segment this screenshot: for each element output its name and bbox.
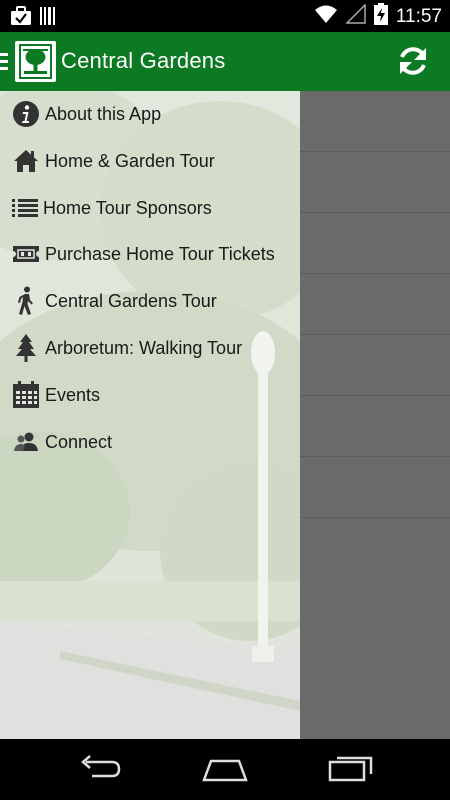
tree-icon <box>12 334 40 362</box>
drawer-item-label: About this App <box>45 104 162 124</box>
status-right: 11:57 <box>314 3 442 30</box>
drawer-item-home-tour-sponsors[interactable]: Home Tour Sponsors <box>0 186 300 232</box>
navigation-drawer: About this App Home & Garden Tour Home T <box>0 91 300 739</box>
system-nav-bar <box>0 739 450 800</box>
list-divider <box>300 212 450 213</box>
drawer-item-central-gardens-tour[interactable]: Central Gardens Tour <box>0 279 300 325</box>
home-icon <box>12 147 40 175</box>
recents-icon[interactable] <box>328 753 374 788</box>
drawer-item-arboretum-walking-tour[interactable]: Arboretum: Walking Tour <box>0 326 300 372</box>
battery-charging-icon <box>373 3 388 30</box>
people-icon <box>12 428 40 456</box>
list-divider <box>300 334 450 335</box>
garden-logo[interactable] <box>15 41 56 82</box>
list-divider <box>300 151 450 152</box>
drawer-item-label: Events <box>45 385 101 405</box>
drawer-item-events[interactable]: Events <box>0 373 300 419</box>
signal-icon <box>345 3 366 29</box>
drawer-item-label: Home Tour Sponsors <box>43 198 212 218</box>
walking-icon <box>12 286 40 315</box>
status-time: 11:57 <box>395 5 442 27</box>
drawer-item-label: Central Gardens Tour <box>45 291 217 311</box>
list-divider <box>300 517 450 518</box>
briefcase-check-icon <box>10 6 32 31</box>
drawer-item-home-garden-tour[interactable]: Home & Garden Tour <box>0 139 300 185</box>
home-icon[interactable] <box>201 753 249 788</box>
drawer-item-purchase-tickets[interactable]: Purchase Home Tour Tickets <box>0 232 300 278</box>
drawer-item-label: Connect <box>45 432 113 452</box>
status-bar: 11:57 <box>0 0 450 32</box>
app-bar: Central Gardens <box>0 32 450 91</box>
drawer-item-connect[interactable]: Connect <box>0 420 300 466</box>
list-divider <box>300 395 450 396</box>
menu-icon[interactable] <box>0 53 8 71</box>
list-divider <box>300 273 450 274</box>
drawer-item-label: Arboretum: Walking Tour <box>45 338 243 358</box>
ticket-icon <box>12 240 40 268</box>
list-icon <box>11 194 39 222</box>
drawer-item-label: Home & Garden Tour <box>45 151 215 171</box>
info-icon <box>12 100 40 128</box>
back-icon[interactable] <box>78 753 122 788</box>
drawer-item-label: Purchase Home Tour Tickets <box>45 244 275 264</box>
drawer-item-about[interactable]: About this App <box>0 92 300 138</box>
wifi-icon <box>314 4 338 29</box>
refresh-icon[interactable] <box>396 44 430 78</box>
list-divider <box>300 456 450 457</box>
barcode-icon <box>40 6 56 31</box>
app-title: Central Gardens <box>61 48 226 73</box>
calendar-icon <box>12 381 40 409</box>
status-left <box>10 6 56 31</box>
